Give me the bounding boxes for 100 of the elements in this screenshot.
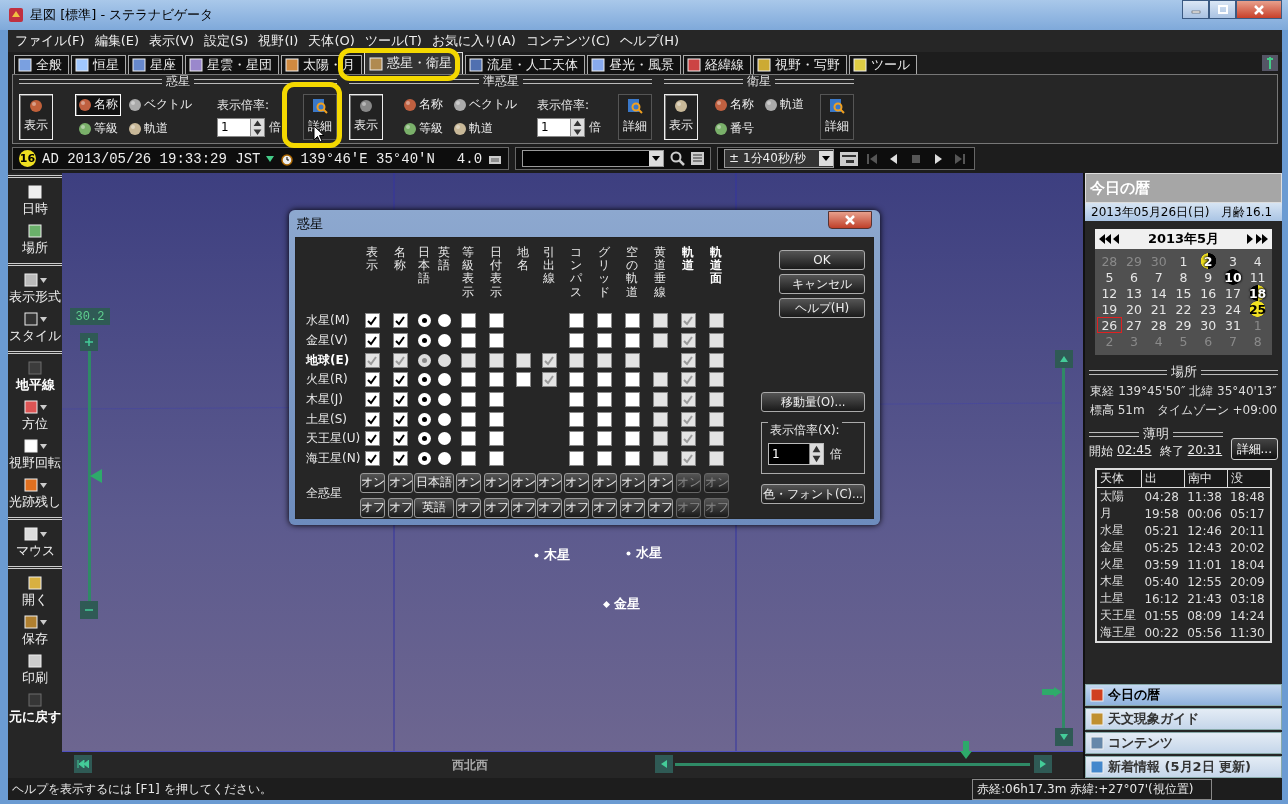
option-button[interactable]: ベクトル bbox=[125, 93, 195, 116]
all-off-button[interactable]: オフ bbox=[387, 497, 413, 518]
panel-tab[interactable]: 天文現象ガイド bbox=[1085, 708, 1282, 730]
left-icon[interactable] bbox=[1113, 234, 1120, 244]
checkbox[interactable] bbox=[596, 372, 612, 388]
radio-button[interactable] bbox=[417, 412, 431, 426]
sidebar-button[interactable]: 開く bbox=[22, 572, 48, 611]
checkbox[interactable] bbox=[488, 313, 504, 329]
checkbox[interactable] bbox=[364, 451, 380, 467]
calendar-day[interactable]: 4 bbox=[1245, 253, 1270, 269]
calendar-day[interactable]: 20 bbox=[1121, 301, 1147, 317]
checkbox[interactable] bbox=[568, 313, 584, 329]
menu-item[interactable]: 視野(I) bbox=[253, 30, 304, 52]
checkbox[interactable] bbox=[488, 411, 504, 427]
option-button[interactable]: 名称 bbox=[75, 93, 121, 116]
close-button[interactable] bbox=[828, 210, 872, 229]
checkbox[interactable] bbox=[364, 332, 380, 348]
checkbox[interactable] bbox=[392, 431, 408, 447]
all-on-button[interactable]: オン bbox=[455, 472, 481, 493]
checkbox[interactable] bbox=[568, 372, 584, 388]
all-off-button[interactable]: オフ bbox=[455, 497, 481, 518]
radio-button[interactable] bbox=[417, 452, 431, 466]
checkbox[interactable] bbox=[392, 451, 408, 467]
option-button[interactable]: 等級 bbox=[75, 117, 121, 140]
menu-item[interactable]: ファイル(F) bbox=[10, 30, 90, 52]
sidebar-button[interactable]: 表示形式 bbox=[9, 269, 61, 308]
option-button[interactable]: 軌道 bbox=[761, 93, 807, 116]
sidebar-button[interactable]: 印刷 bbox=[22, 650, 48, 689]
all-off-button[interactable]: オフ bbox=[483, 497, 509, 518]
object-dropdown[interactable] bbox=[522, 150, 665, 167]
radio-button[interactable] bbox=[437, 412, 451, 426]
down-arrow-button[interactable] bbox=[1055, 728, 1073, 746]
all-on-button[interactable]: オン bbox=[359, 472, 385, 493]
show-button[interactable]: 表示 bbox=[349, 93, 383, 140]
checkbox[interactable] bbox=[596, 313, 612, 329]
down-arrow-icon[interactable] bbox=[810, 454, 823, 464]
calendar-day[interactable]: 31 bbox=[1220, 317, 1246, 333]
checkbox[interactable] bbox=[392, 313, 408, 329]
dropdown-arrow-icon[interactable] bbox=[822, 156, 831, 161]
option-button[interactable]: 名称 bbox=[400, 93, 446, 116]
double-left-icon[interactable] bbox=[1099, 234, 1111, 244]
calendar-day[interactable]: 6 bbox=[1121, 269, 1147, 285]
menu-item[interactable]: お気に入り(A) bbox=[426, 30, 521, 52]
checkbox[interactable] bbox=[392, 391, 408, 407]
radio-button[interactable] bbox=[417, 392, 431, 406]
calendar-day[interactable]: 5 bbox=[1097, 269, 1122, 285]
checkbox[interactable] bbox=[596, 411, 612, 427]
all-off-button[interactable]: 英語 bbox=[414, 497, 454, 518]
radio-button[interactable] bbox=[437, 373, 451, 387]
checkbox[interactable] bbox=[460, 332, 476, 348]
list-icon[interactable] bbox=[691, 152, 705, 165]
calendar-day[interactable]: 14 bbox=[1146, 285, 1172, 301]
date-time[interactable]: AD 2013/05/26 19:33:29 JST bbox=[42, 150, 261, 167]
radio-button[interactable] bbox=[437, 333, 451, 347]
right-icon[interactable] bbox=[1247, 234, 1254, 244]
checkbox[interactable] bbox=[515, 372, 531, 388]
radio-button[interactable] bbox=[437, 452, 451, 466]
left-arrow-button[interactable] bbox=[655, 755, 673, 773]
show-button[interactable]: 表示 bbox=[19, 93, 53, 140]
option-button[interactable]: 名称 bbox=[711, 93, 757, 116]
checkbox[interactable] bbox=[596, 431, 612, 447]
tab[interactable]: 全般 bbox=[14, 55, 69, 74]
calendar-day[interactable]: 16 bbox=[1195, 285, 1221, 301]
radio-button[interactable] bbox=[417, 333, 431, 347]
menu-item[interactable]: 天体(O) bbox=[303, 30, 360, 52]
option-button[interactable]: ベクトル bbox=[450, 93, 520, 116]
tab[interactable]: 経緯線 bbox=[683, 55, 751, 74]
option-button[interactable]: 軌道 bbox=[125, 117, 195, 140]
checkbox[interactable] bbox=[568, 431, 584, 447]
checkbox[interactable] bbox=[596, 451, 612, 467]
checkbox[interactable] bbox=[460, 431, 476, 447]
all-on-button[interactable]: オン bbox=[387, 472, 413, 493]
checkbox[interactable] bbox=[624, 391, 640, 407]
checkbox[interactable] bbox=[364, 411, 380, 427]
dialog-button[interactable]: OK bbox=[779, 250, 865, 270]
radio-button[interactable] bbox=[437, 314, 451, 328]
checkbox[interactable] bbox=[568, 451, 584, 467]
calendar-day[interactable]: 1 bbox=[1171, 253, 1196, 269]
tab[interactable]: 昼光・風景 bbox=[587, 55, 681, 74]
calendar-day[interactable]: 13 bbox=[1121, 285, 1147, 301]
sidebar-button[interactable]: 場所 bbox=[22, 220, 48, 259]
checkbox[interactable] bbox=[460, 372, 476, 388]
checkbox[interactable] bbox=[568, 391, 584, 407]
planet-label[interactable]: 水星 bbox=[636, 544, 662, 562]
color-font-button[interactable]: 色・フォント(C)... bbox=[761, 484, 865, 504]
checkbox[interactable] bbox=[460, 451, 476, 467]
zoom-out-button[interactable] bbox=[80, 601, 98, 619]
checkbox[interactable] bbox=[488, 332, 504, 348]
calendar-day[interactable]: 19 bbox=[1097, 301, 1122, 317]
detail-button[interactable]: 詳細 bbox=[820, 93, 854, 140]
checkbox[interactable] bbox=[392, 372, 408, 388]
all-on-button[interactable]: オン bbox=[563, 472, 589, 493]
checkbox[interactable] bbox=[596, 332, 612, 348]
move-button[interactable]: 移動量(O)... bbox=[761, 392, 865, 412]
checkbox[interactable] bbox=[624, 313, 640, 329]
menu-item[interactable]: 編集(E) bbox=[89, 30, 144, 52]
dialog-button[interactable]: キャンセル bbox=[779, 274, 865, 294]
checkbox[interactable] bbox=[364, 313, 380, 329]
magnitude[interactable]: 4.0 bbox=[456, 150, 483, 167]
calendar-day[interactable]: 12 bbox=[1097, 285, 1122, 301]
